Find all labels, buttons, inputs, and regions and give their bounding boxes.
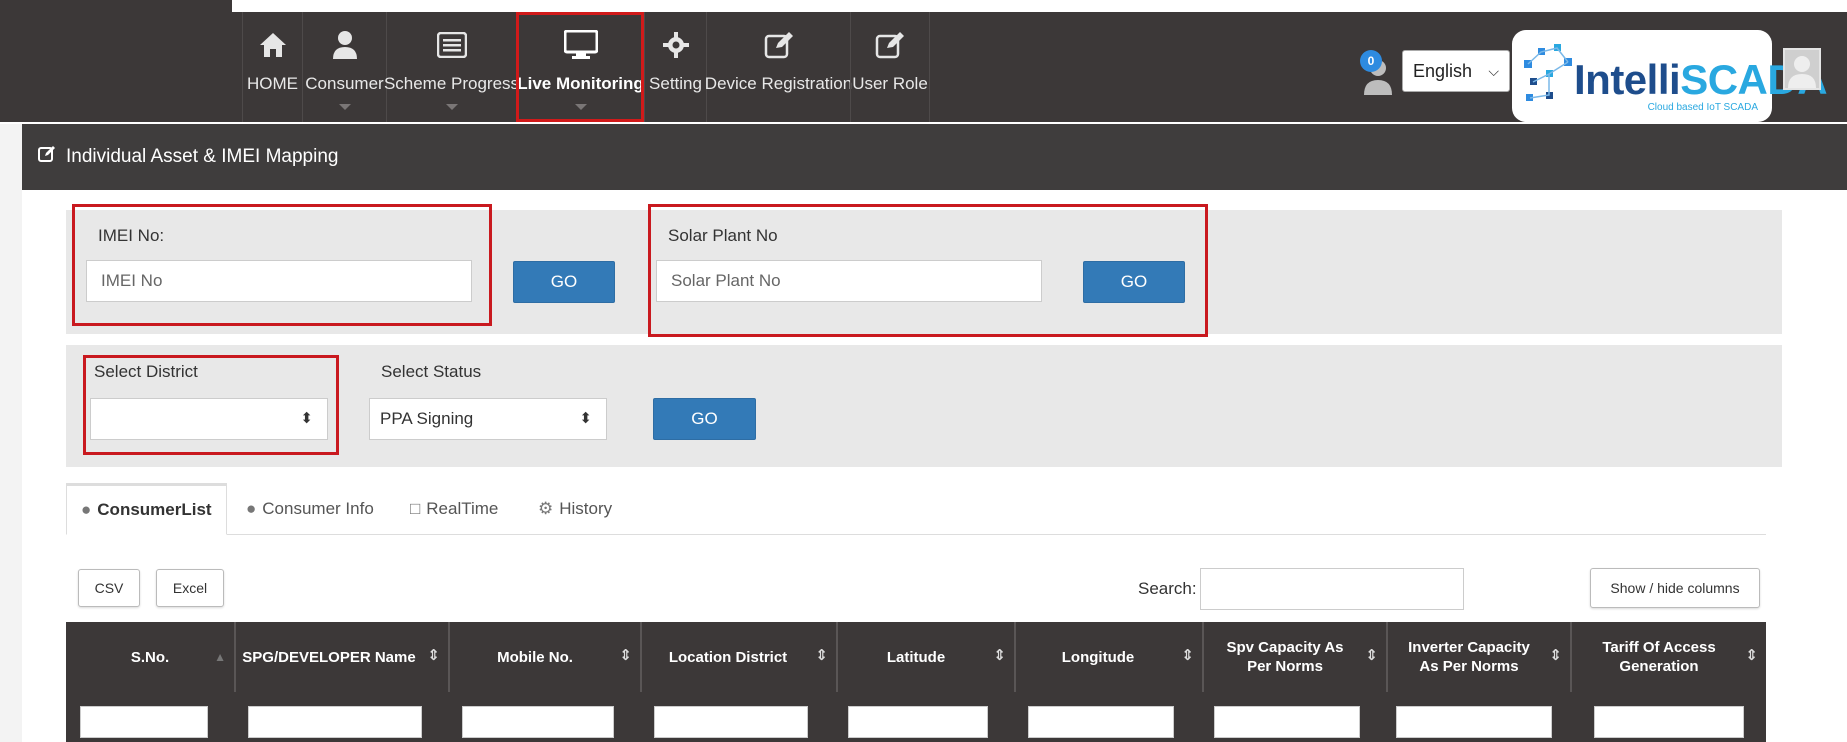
nav-user-role-label: User Role [852, 74, 928, 93]
monitor-icon [563, 26, 598, 64]
nav-home[interactable]: HOME [242, 12, 302, 122]
tab-consumer-list[interactable]: ● ConsumerList [66, 483, 227, 535]
filter-input-inverter-capacity[interactable] [1396, 706, 1552, 738]
sort-arrows-icon: ⇕ [1549, 647, 1562, 664]
col-header-latitude[interactable]: Latitude ⇕ [838, 622, 1016, 692]
csv-button[interactable]: CSV [78, 569, 140, 607]
sort-arrows-icon: ⇕ [815, 647, 828, 664]
monitor-icon: □ [410, 499, 421, 518]
brand-logo: IntelliSCADA Cloud based IoT SCADA [1512, 30, 1828, 122]
col-header-longitude[interactable]: Longitude ⇕ [1016, 622, 1204, 692]
col-header-inverter-capacity[interactable]: Inverter Capacity As Per Norms ⇕ [1388, 622, 1572, 692]
top-mark [0, 0, 232, 12]
sort-arrows-icon: ⇕ [993, 647, 1006, 664]
nav-live-monitoring[interactable]: Live Monitoring [516, 12, 644, 122]
edit-icon [38, 145, 56, 169]
col-header-tariff[interactable]: Tariff Of Access Generation ⇕ [1572, 622, 1766, 692]
nav-consumer[interactable]: Consumer [302, 12, 386, 122]
language-select[interactable]: English ⌵ [1402, 50, 1510, 92]
chevron-down-icon: ⌵ [1488, 63, 1499, 79]
filter-input-tariff[interactable] [1594, 706, 1744, 738]
nav-setting[interactable]: Setting [644, 12, 706, 122]
filter-input-latitude[interactable] [848, 706, 988, 738]
filter-input-location-district[interactable] [654, 706, 808, 738]
logo-tagline: Cloud based IoT SCADA [1647, 102, 1758, 113]
sort-asc-icon: ▲ [214, 650, 226, 664]
filter-input-mobile[interactable] [462, 706, 614, 738]
home-icon [258, 26, 288, 64]
tab-history[interactable]: ⚙ History [538, 483, 612, 535]
language-value: English [1413, 60, 1473, 81]
nav-live-monitoring-label: Live Monitoring [517, 74, 644, 93]
imei-highlight [72, 204, 492, 326]
nav-consumer-label: Consumer [305, 74, 384, 93]
show-hide-columns-button[interactable]: Show / hide columns [1590, 568, 1760, 608]
left-gutter [0, 124, 22, 742]
filter-input-sno[interactable] [80, 706, 208, 738]
nav-device-registration[interactable]: Device Registration [704, 12, 853, 122]
circuit-logo-icon [1524, 44, 1572, 101]
col-header-mobile[interactable]: Mobile No. ⇕ [450, 622, 642, 692]
col-header-location-district[interactable]: Location District ⇕ [642, 622, 838, 692]
nav-device-registration-label: Device Registration [704, 74, 853, 93]
sort-arrows-icon: ⇕ [619, 647, 632, 664]
filter-input-longitude[interactable] [1028, 706, 1174, 738]
col-header-developer[interactable]: SPG/DEVELOPER Name ⇕ [236, 622, 450, 692]
sort-arrows-icon: ⬍ [579, 410, 592, 427]
edit-icon [764, 26, 794, 64]
excel-button[interactable]: Excel [156, 569, 224, 607]
nav-scheme-progress-label: Scheme Progress [383, 74, 520, 93]
filter-input-spv-capacity[interactable] [1214, 706, 1360, 738]
nav-user-role[interactable]: User Role [850, 12, 930, 122]
col-header-sno[interactable]: S.No. ▲ [66, 622, 236, 692]
status-select[interactable]: PPA Signing ⬍ [369, 398, 607, 440]
imei-go-button[interactable]: GO [513, 261, 615, 303]
sort-arrows-icon: ⇕ [1745, 647, 1758, 664]
status-select-value: PPA Signing [380, 409, 474, 428]
sort-arrows-icon: ⇕ [1365, 647, 1378, 664]
chevron-down-icon [445, 104, 458, 110]
top-strip [0, 0, 1847, 12]
avatar[interactable] [1783, 48, 1821, 90]
solar-plant-highlight [648, 204, 1208, 337]
filter-input-developer[interactable] [248, 706, 422, 738]
page-title: Individual Asset & IMEI Mapping [66, 146, 339, 167]
tab-bar: ● ConsumerList ● Consumer Info □ RealTime ⚙… [66, 483, 1766, 535]
chevron-down-icon [338, 104, 351, 110]
nav-setting-label: Setting [649, 74, 702, 93]
gear-icon: ⚙ [538, 499, 554, 518]
filter-go-button[interactable]: GO [653, 398, 756, 440]
nav-home-label: HOME [247, 74, 298, 93]
sort-arrows-icon: ⇕ [1181, 647, 1194, 664]
district-highlight [83, 355, 339, 455]
user-icon: ● [246, 499, 257, 518]
edit-icon [875, 26, 905, 64]
tab-consumer-info[interactable]: ● Consumer Info [246, 483, 374, 535]
gear-icon [662, 26, 690, 64]
chevron-down-icon [574, 104, 587, 110]
search-label: Search: [1138, 579, 1197, 598]
section-header: Individual Asset & IMEI Mapping [22, 124, 1847, 190]
col-header-spv-capacity[interactable]: Spv Capacity As Per Norms ⇕ [1204, 622, 1388, 692]
tab-realtime[interactable]: □ RealTime [410, 483, 498, 535]
navbar: HOME Consumer Scheme Progress Live Monit… [0, 12, 1847, 122]
sort-arrows-icon: ⇕ [427, 647, 440, 664]
search-input[interactable] [1200, 568, 1464, 610]
notification-badge: 0 [1360, 50, 1382, 72]
list-icon [436, 26, 467, 64]
user-icon [331, 26, 359, 64]
user-icon: ● [81, 500, 92, 519]
nav-scheme-progress[interactable]: Scheme Progress [383, 12, 520, 122]
status-label: Select Status [381, 362, 482, 381]
